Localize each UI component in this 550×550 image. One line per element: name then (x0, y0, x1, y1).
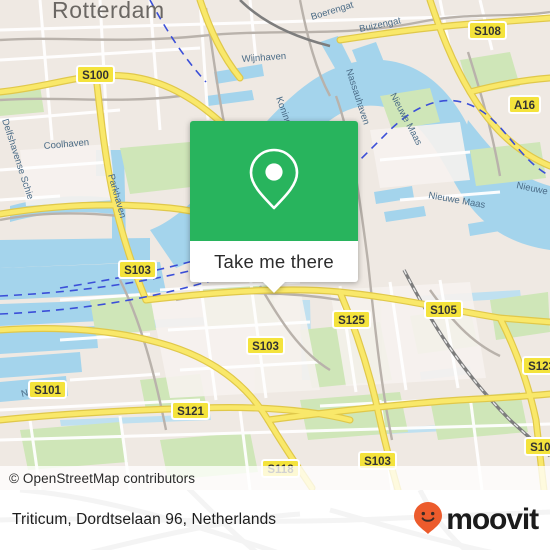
map-pin-icon (246, 146, 302, 217)
footer-bar: Triticum, Dordtselaan 96, Netherlands mo… (0, 490, 550, 550)
attribution-text: © OpenStreetMap contributors (9, 470, 196, 486)
moovit-wordmark: moovit (446, 503, 539, 536)
shield-S121: S121 (171, 401, 210, 420)
svg-text:S100: S100 (82, 70, 109, 82)
popup-header (190, 121, 358, 241)
svg-text:S100: S100 (530, 442, 550, 454)
shield-S103-b: S103 (246, 336, 285, 355)
moovit-logo[interactable]: moovit (413, 501, 539, 540)
svg-text:S121: S121 (177, 406, 204, 418)
location-address: Triticum, Dordtselaan 96, Netherlands (12, 511, 277, 528)
shield-A16: A16 (508, 95, 541, 114)
shield-S108: S108 (468, 21, 507, 40)
svg-text:S108: S108 (474, 26, 501, 38)
popup-cta-label: Take me there (214, 250, 334, 272)
shield-S123: S123 (522, 356, 550, 375)
shield-S100: S100 (76, 65, 115, 84)
moovit-map-screenshot: Rotterdam Wijnhaven Boerengat Buizengat … (0, 0, 550, 550)
popup-tail (263, 282, 285, 293)
shield-S103-a: S103 (118, 260, 157, 279)
shield-S100-b: S100 (524, 437, 550, 456)
svg-text:S125: S125 (338, 315, 365, 327)
shield-S125: S125 (332, 310, 371, 329)
svg-text:S105: S105 (430, 305, 457, 317)
svg-text:Rotterdam: Rotterdam (52, 0, 165, 23)
svg-text:A16: A16 (514, 100, 535, 112)
svg-text:S103: S103 (124, 265, 151, 277)
shield-S101: S101 (28, 380, 67, 399)
popup-cta[interactable]: Take me there (190, 241, 358, 282)
map-attribution[interactable]: © OpenStreetMap contributors (0, 466, 550, 490)
svg-text:S101: S101 (34, 385, 61, 397)
moovit-pin-icon (413, 501, 443, 540)
svg-text:S123: S123 (528, 361, 550, 373)
svg-text:S103: S103 (252, 341, 279, 353)
shield-S105: S105 (424, 300, 463, 319)
location-popup-card[interactable]: Take me there (190, 121, 358, 293)
